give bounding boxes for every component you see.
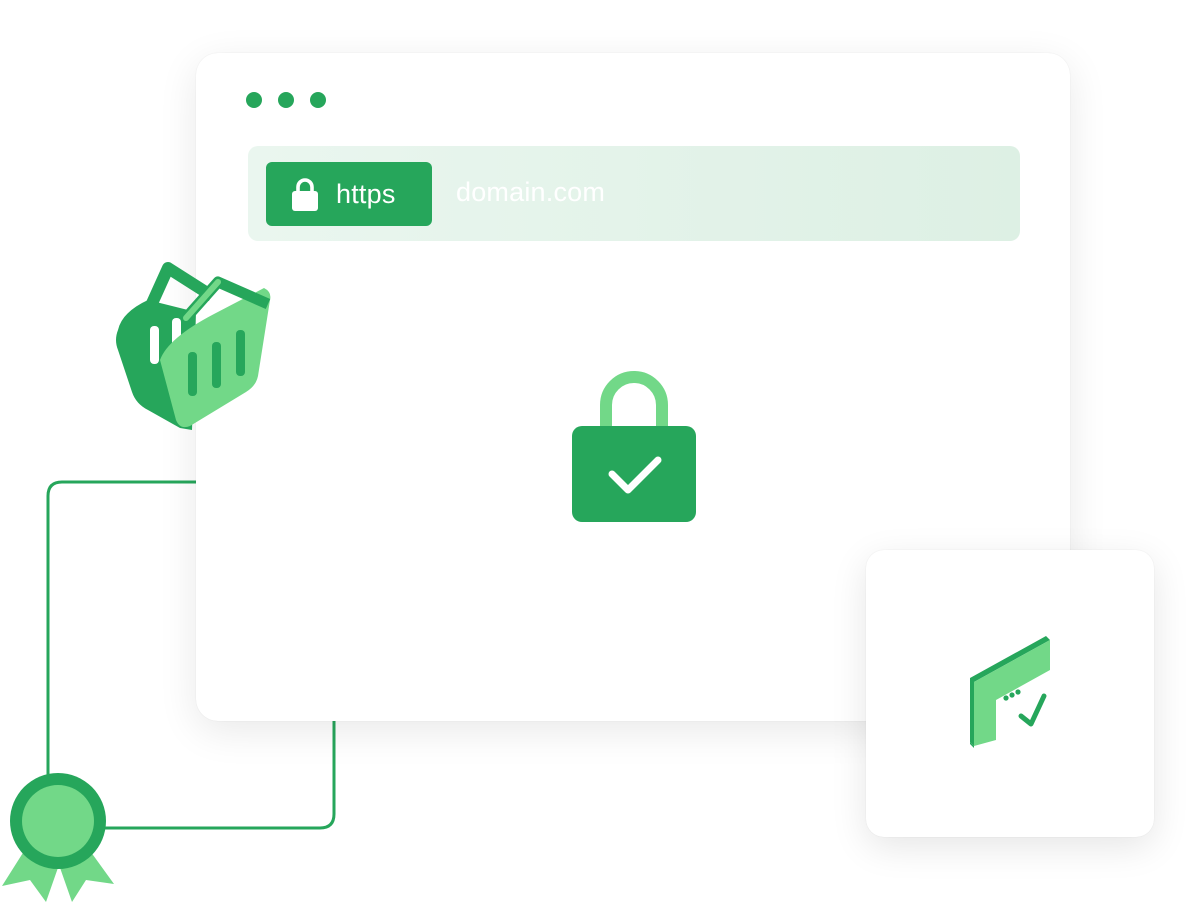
certificate-window-check-icon [970,636,1050,748]
address-bar[interactable]: https domain.com [248,146,1020,241]
window-dot[interactable] [278,92,294,108]
window-dot[interactable] [310,92,326,108]
lock-icon [292,178,318,211]
protocol-label: https [336,178,396,209]
certificate-card [866,550,1154,837]
window-dot[interactable] [246,92,262,108]
https-badge[interactable]: https [266,162,432,226]
domain-text: domain.com [456,177,606,207]
lock-check-icon [572,371,696,522]
window-controls [246,92,326,108]
